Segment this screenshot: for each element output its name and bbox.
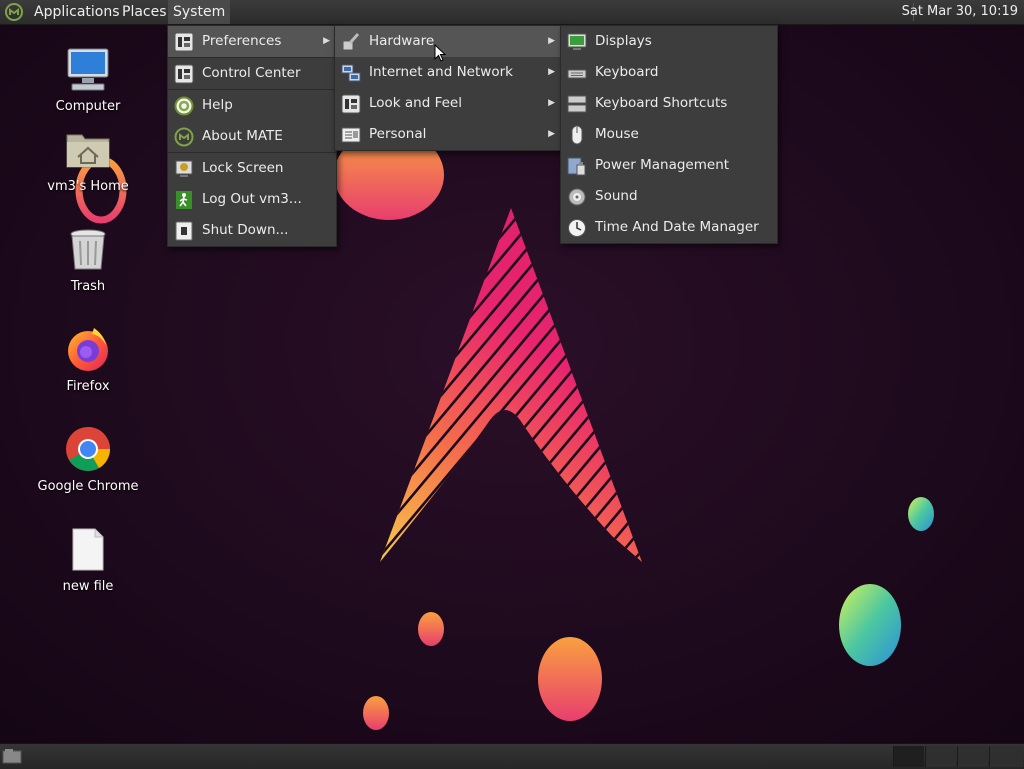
- file-icon: [72, 528, 104, 571]
- desktop-icon-label: Firefox: [66, 379, 110, 394]
- system-dropdown-menu: Preferences ▶ Control Center Help About …: [167, 25, 337, 247]
- menu-item-label: Lock Screen: [202, 160, 284, 176]
- menu-item-label: Control Center: [202, 65, 301, 81]
- sound-icon: [568, 188, 586, 206]
- menu-item-label: Hardware: [369, 33, 435, 49]
- submenu-arrow-icon: ▶: [548, 36, 555, 46]
- power-management-icon: [567, 157, 586, 176]
- desktop-icon-home[interactable]: vm3's Home: [33, 125, 143, 194]
- menu-item-internet-network[interactable]: Internet and Network ▶: [335, 57, 561, 88]
- keyboard-icon: [567, 69, 587, 79]
- top-panel: Applications Places System Sat Mar 30, 1…: [0, 0, 1024, 25]
- mate-icon: [174, 127, 194, 147]
- submenu-arrow-icon: ▶: [548, 129, 555, 139]
- menu-item-label: Shut Down...: [202, 222, 289, 238]
- menu-item-label: Power Management: [595, 157, 730, 173]
- workspace-1[interactable]: [893, 746, 924, 767]
- menu-item-label: Look and Feel: [369, 95, 462, 111]
- desktop-icon-label: vm3's Home: [47, 179, 129, 194]
- menu-item-label: Keyboard: [595, 64, 659, 80]
- system-menu[interactable]: System: [168, 0, 231, 24]
- workspace-2[interactable]: [925, 746, 956, 767]
- menu-item-label: Sound: [595, 188, 638, 204]
- desktop-icon-firefox[interactable]: Firefox: [33, 325, 143, 394]
- home-folder-icon: [66, 134, 110, 168]
- desktop-icon-label: Computer: [55, 99, 121, 114]
- lock-screen-icon: [175, 160, 193, 177]
- chrome-icon: [66, 427, 110, 471]
- desktop-icon-computer[interactable]: Computer: [33, 45, 143, 114]
- menu-item-hardware[interactable]: Hardware ▶: [335, 26, 561, 57]
- menu-item-label: Displays: [595, 33, 652, 49]
- workspace-3[interactable]: [957, 746, 988, 767]
- menu-item-label: Mouse: [595, 126, 639, 142]
- look-and-feel-icon: [341, 94, 361, 114]
- submenu-arrow-icon: ▶: [323, 36, 330, 46]
- keyboard-shortcuts-icon: [567, 95, 587, 113]
- menu-item-preferences[interactable]: Preferences ▶: [168, 26, 336, 57]
- menu-item-label: Internet and Network: [369, 64, 513, 80]
- firefox-icon: [68, 328, 108, 371]
- menu-item-personal[interactable]: Personal ▶: [335, 119, 561, 150]
- hardware-icon: [342, 33, 360, 51]
- log-out-icon: [176, 191, 192, 209]
- desktop-icon-trash[interactable]: Trash: [33, 225, 143, 294]
- places-menu[interactable]: Places: [117, 0, 172, 24]
- displays-icon: [567, 33, 587, 50]
- menu-item-power-management[interactable]: Power Management: [561, 150, 777, 181]
- workspace-4[interactable]: [989, 746, 1023, 767]
- mouse-icon: [571, 125, 583, 145]
- submenu-arrow-icon: ▶: [548, 98, 555, 108]
- menu-item-shut-down[interactable]: Shut Down...: [168, 215, 336, 246]
- menu-item-look-and-feel[interactable]: Look and Feel ▶: [335, 88, 561, 119]
- desktop-icon-new-file[interactable]: new file: [33, 525, 143, 594]
- menu-item-keyboard-shortcuts[interactable]: Keyboard Shortcuts: [561, 88, 777, 119]
- personal-icon: [341, 127, 361, 143]
- submenu-arrow-icon: ▶: [548, 67, 555, 77]
- preferences-icon: [174, 32, 194, 52]
- menu-item-help[interactable]: Help: [168, 90, 336, 121]
- menu-item-time-date-manager[interactable]: Time And Date Manager: [561, 212, 777, 243]
- menu-item-label: About MATE: [202, 128, 283, 144]
- applications-menu[interactable]: Applications: [29, 0, 125, 24]
- menu-item-about-mate[interactable]: About MATE: [168, 121, 336, 152]
- menu-item-label: Personal: [369, 126, 427, 142]
- mate-logo-icon[interactable]: [4, 2, 24, 22]
- desktop-icon-chrome[interactable]: Google Chrome: [33, 425, 143, 494]
- desktop-icon-label: new file: [62, 579, 114, 594]
- menu-item-sound[interactable]: Sound: [561, 181, 777, 212]
- menu-item-displays[interactable]: Displays: [561, 26, 777, 57]
- menu-item-control-center[interactable]: Control Center: [168, 58, 336, 89]
- trash-icon: [70, 229, 106, 270]
- shut-down-icon: [175, 221, 193, 241]
- clock-icon: [568, 219, 586, 237]
- menu-item-lock-screen[interactable]: Lock Screen: [168, 153, 336, 184]
- menu-item-label: Time And Date Manager: [595, 219, 759, 235]
- help-icon: [174, 96, 194, 116]
- menu-item-mouse[interactable]: Mouse: [561, 119, 777, 150]
- desktop-icon-label: Trash: [70, 279, 106, 294]
- menu-item-label: Help: [202, 97, 233, 113]
- hardware-submenu: Displays Keyboard Keyboard Shortcuts Mou…: [560, 25, 778, 244]
- network-icon: [341, 64, 361, 82]
- menu-item-log-out[interactable]: Log Out vm3...: [168, 184, 336, 215]
- mouse-cursor-icon: [434, 44, 447, 62]
- menu-item-keyboard[interactable]: Keyboard: [561, 57, 777, 88]
- computer-icon: [67, 48, 109, 91]
- show-desktop-icon[interactable]: [2, 748, 22, 764]
- desktop-icon-label: Google Chrome: [37, 479, 139, 494]
- menu-item-label: Log Out vm3...: [202, 191, 302, 207]
- preferences-submenu: Hardware ▶ Internet and Network ▶ Look a…: [334, 25, 562, 151]
- menu-item-label: Preferences: [202, 33, 282, 49]
- control-center-icon: [174, 64, 194, 84]
- bottom-panel: [0, 743, 1024, 769]
- menu-item-label: Keyboard Shortcuts: [595, 95, 728, 111]
- clock[interactable]: Sat Mar 30, 10:19: [902, 0, 1018, 24]
